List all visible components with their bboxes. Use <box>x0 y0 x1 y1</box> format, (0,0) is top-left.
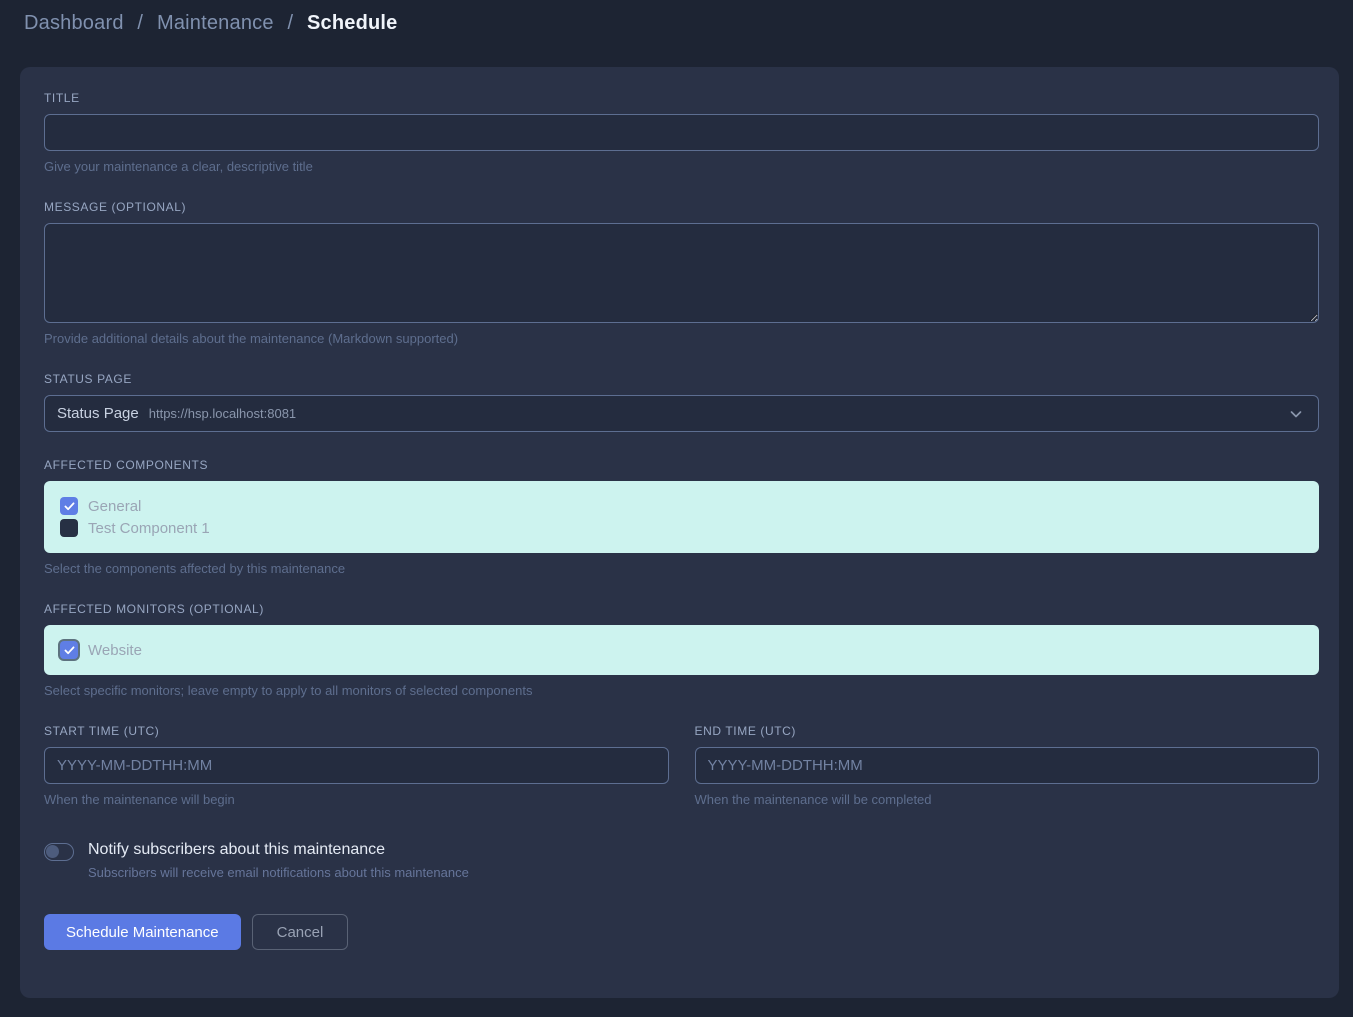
notify-subscribers-toggle[interactable] <box>44 843 74 861</box>
status-page-selected-name: Status Page <box>57 405 139 422</box>
affected-components-helper: Select the components affected by this m… <box>44 561 1319 576</box>
breadcrumb-dashboard[interactable]: Dashboard <box>24 12 124 34</box>
status-page-field-group: STATUS PAGE Status Page https://hsp.loca… <box>44 372 1319 432</box>
monitor-label-website: Website <box>88 642 142 659</box>
checkbox-general[interactable] <box>60 497 78 515</box>
status-page-label: STATUS PAGE <box>44 372 1319 386</box>
message-textarea[interactable] <box>44 223 1319 323</box>
end-time-helper: When the maintenance will be completed <box>695 792 1320 807</box>
title-input[interactable] <box>44 114 1319 151</box>
end-time-input[interactable] <box>695 747 1320 784</box>
status-page-select[interactable]: Status Page https://hsp.localhost:8081 <box>44 395 1319 432</box>
breadcrumb-separator: / <box>287 12 293 34</box>
title-field-group: TITLE Give your maintenance a clear, des… <box>44 91 1319 174</box>
affected-components-panel: General Test Component 1 <box>44 481 1319 553</box>
title-label: TITLE <box>44 91 1319 105</box>
start-time-input[interactable] <box>44 747 669 784</box>
notify-subscribers-row: Notify subscribers about this maintenanc… <box>44 841 1319 880</box>
affected-monitors-helper: Select specific monitors; leave empty to… <box>44 683 1319 698</box>
schedule-maintenance-form: TITLE Give your maintenance a clear, des… <box>20 67 1339 998</box>
cancel-button[interactable]: Cancel <box>252 914 349 950</box>
affected-monitors-panel: Website <box>44 625 1319 675</box>
component-checkbox-row-test-component-1[interactable]: Test Component 1 <box>60 517 1303 539</box>
start-time-helper: When the maintenance will begin <box>44 792 669 807</box>
component-checkbox-row-general[interactable]: General <box>60 495 1303 517</box>
time-fields-row: START TIME (UTC) When the maintenance wi… <box>44 724 1319 807</box>
affected-monitors-label: AFFECTED MONITORS (OPTIONAL) <box>44 602 1319 616</box>
breadcrumb-current-page: Schedule <box>307 12 398 34</box>
chevron-down-icon <box>1288 406 1304 422</box>
start-time-field-group: START TIME (UTC) When the maintenance wi… <box>44 724 669 807</box>
breadcrumb-maintenance[interactable]: Maintenance <box>157 12 274 34</box>
checkmark-icon <box>64 502 75 511</box>
affected-components-label: AFFECTED COMPONENTS <box>44 458 1319 472</box>
end-time-field-group: END TIME (UTC) When the maintenance will… <box>695 724 1320 807</box>
checkbox-website[interactable] <box>60 641 78 659</box>
affected-monitors-field-group: AFFECTED MONITORS (OPTIONAL) Website Sel… <box>44 602 1319 698</box>
notify-subscribers-helper: Subscribers will receive email notificat… <box>88 865 469 880</box>
message-label: MESSAGE (OPTIONAL) <box>44 200 1319 214</box>
toggle-knob <box>46 845 59 858</box>
message-helper: Provide additional details about the mai… <box>44 331 1319 346</box>
breadcrumb: Dashboard / Maintenance / Schedule <box>0 0 1353 43</box>
form-actions: Schedule Maintenance Cancel <box>44 914 1319 950</box>
affected-components-field-group: AFFECTED COMPONENTS General Test Compone… <box>44 458 1319 576</box>
component-label-general: General <box>88 498 141 515</box>
notify-subscribers-label: Notify subscribers about this maintenanc… <box>88 841 469 859</box>
status-page-selected-url: https://hsp.localhost:8081 <box>149 406 296 421</box>
schedule-maintenance-button[interactable]: Schedule Maintenance <box>44 914 241 950</box>
checkmark-icon <box>64 646 75 655</box>
message-field-group: MESSAGE (OPTIONAL) Provide additional de… <box>44 200 1319 346</box>
title-helper: Give your maintenance a clear, descripti… <box>44 159 1319 174</box>
monitor-checkbox-row-website[interactable]: Website <box>60 639 1303 661</box>
checkbox-test-component-1[interactable] <box>60 519 78 537</box>
component-label-test-component-1: Test Component 1 <box>88 520 210 537</box>
start-time-label: START TIME (UTC) <box>44 724 669 738</box>
breadcrumb-separator: / <box>137 12 143 34</box>
end-time-label: END TIME (UTC) <box>695 724 1320 738</box>
